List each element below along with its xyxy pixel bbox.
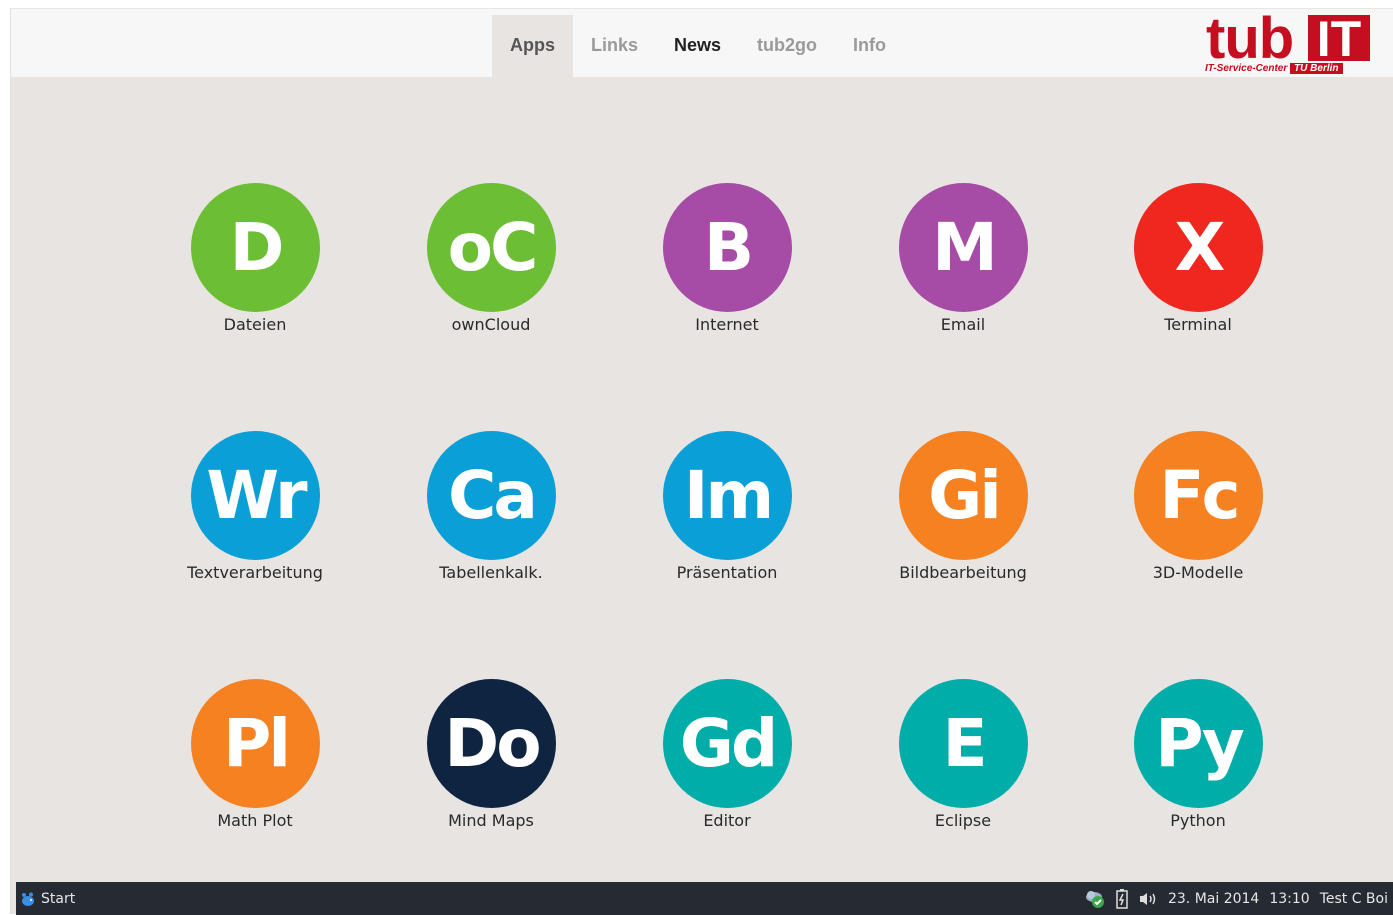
app-label: Editor <box>703 811 751 830</box>
logo-subtitle-box: TU Berlin <box>1290 63 1343 74</box>
cloud-sync-icon[interactable] <box>1084 889 1106 909</box>
app-icon[interactable]: Fc <box>1134 431 1263 560</box>
app-label: Terminal <box>1164 315 1232 334</box>
taskbar: Start 23. Mai 2014 13:10 Test C Boi <box>16 882 1393 915</box>
app-tile[interactable]: Ca Tabellenkalk. <box>396 431 586 591</box>
desktop-window: Apps Links News tub2go Info tub IT IT-Se… <box>10 6 1393 915</box>
system-tray: 23. Mai 2014 13:10 Test C Boi <box>1084 882 1388 915</box>
app-icon[interactable]: Do <box>427 679 556 808</box>
app-icon[interactable]: Py <box>1134 679 1263 808</box>
app-label: Präsentation <box>676 563 778 582</box>
logo-subtitle: IT-Service-Center TU Berlin <box>1205 63 1343 74</box>
app-label: Email <box>940 315 986 334</box>
start-label: Start <box>41 890 76 907</box>
top-bar: Apps Links News tub2go Info tub IT IT-Se… <box>11 6 1393 79</box>
main-nav: Apps Links News tub2go Info <box>492 15 904 77</box>
app-label: Tabellenkalk. <box>439 563 543 582</box>
tab-info[interactable]: Info <box>835 15 904 77</box>
app-label: Eclipse <box>934 811 992 830</box>
app-icon[interactable]: Im <box>663 431 792 560</box>
app-tile[interactable]: M Email <box>868 183 1058 343</box>
logo-subtitle-text: IT-Service-Center <box>1205 63 1288 74</box>
app-icon[interactable]: X <box>1134 183 1263 312</box>
app-tile[interactable]: Do Mind Maps <box>396 679 586 839</box>
user-name[interactable]: Test C Boi <box>1320 891 1388 907</box>
tab-links[interactable]: Links <box>573 15 656 77</box>
clock-date[interactable]: 23. Mai 2014 <box>1168 891 1259 907</box>
app-tile[interactable]: X Terminal <box>1103 183 1293 343</box>
clock-time[interactable]: 13:10 <box>1269 891 1309 907</box>
app-label: 3D-Modelle <box>1152 563 1244 582</box>
logo-wordmark: tub <box>1206 6 1294 71</box>
app-label: Bildbearbeitung <box>899 563 1027 582</box>
app-icon[interactable]: M <box>899 183 1028 312</box>
app-tile[interactable]: Gd Editor <box>632 679 822 839</box>
app-tile[interactable]: oC ownCloud <box>396 183 586 343</box>
app-tile[interactable]: B Internet <box>632 183 822 343</box>
app-tile[interactable]: Im Präsentation <box>632 431 822 591</box>
app-tile[interactable]: E Eclipse <box>868 679 1058 839</box>
volume-icon[interactable] <box>1138 891 1158 907</box>
battery-icon[interactable] <box>1116 888 1128 909</box>
app-label: Internet <box>695 315 759 334</box>
tab-news[interactable]: News <box>656 15 739 77</box>
app-icon[interactable]: Gi <box>899 431 1028 560</box>
app-icon[interactable]: E <box>899 679 1028 808</box>
app-tile[interactable]: D Dateien <box>160 183 350 343</box>
tab-apps[interactable]: Apps <box>492 15 573 77</box>
app-icon[interactable]: oC <box>427 183 556 312</box>
app-label: Mind Maps <box>448 811 534 830</box>
app-label: Textverarbeitung <box>187 563 323 582</box>
app-tile[interactable]: Py Python <box>1103 679 1293 839</box>
start-button[interactable]: Start <box>20 882 75 915</box>
app-tile[interactable]: Fc 3D-Modelle <box>1103 431 1293 591</box>
xfce-mouse-icon <box>22 892 34 906</box>
app-icon[interactable]: D <box>191 183 320 312</box>
app-icon[interactable]: Pl <box>191 679 320 808</box>
app-icon[interactable]: Ca <box>427 431 556 560</box>
app-label: Dateien <box>223 315 287 334</box>
app-label: ownCloud <box>451 315 531 334</box>
tubit-logo: tub IT IT-Service-Center TU Berlin <box>1203 6 1373 79</box>
app-icon[interactable]: B <box>663 183 792 312</box>
app-label: Python <box>1170 811 1226 830</box>
tab-tub2go[interactable]: tub2go <box>739 15 835 77</box>
app-icon[interactable]: Gd <box>663 679 792 808</box>
app-label: Math Plot <box>217 811 293 830</box>
app-tile[interactable]: Gi Bildbearbeitung <box>868 431 1058 591</box>
app-tile[interactable]: Pl Math Plot <box>160 679 350 839</box>
logo-wordmark-box: IT <box>1308 14 1370 64</box>
app-icon[interactable]: Wr <box>191 431 320 560</box>
app-tile[interactable]: Wr Textverarbeitung <box>160 431 350 591</box>
